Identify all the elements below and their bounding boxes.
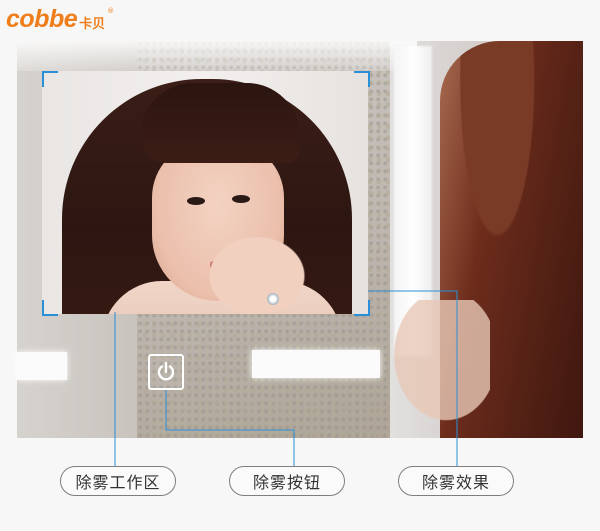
label-defog-effect: 除雾效果: [398, 466, 514, 496]
light-strip-left: [17, 352, 67, 380]
reflection-eye-right: [232, 195, 250, 203]
power-icon: [157, 361, 175, 381]
brand-logo: cobbe 卡贝 ®: [6, 4, 114, 34]
defog-clear-area: [42, 71, 368, 314]
reflection-hand: [202, 231, 312, 314]
light-strip-top: [17, 41, 417, 71]
reflection-eye-left: [187, 197, 205, 205]
frame-corner-top-right: [354, 71, 370, 87]
brand-name: cobbe: [6, 4, 78, 33]
frame-corner-top-left: [42, 71, 58, 87]
brand-name-cn: 卡贝: [79, 16, 106, 32]
ring: [267, 293, 279, 305]
reflection-bangs: [140, 83, 300, 163]
label-defog-work-area: 除雾工作区: [60, 466, 176, 496]
label-defog-button: 除雾按钮: [229, 466, 345, 496]
woman-shoulder: [380, 300, 490, 438]
defog-power-button[interactable]: [148, 354, 184, 390]
light-strip-bottom: [252, 350, 380, 378]
registered-mark: ®: [107, 7, 115, 15]
frame-corner-bottom-left: [42, 300, 58, 316]
frame-corner-bottom-right: [354, 300, 370, 316]
